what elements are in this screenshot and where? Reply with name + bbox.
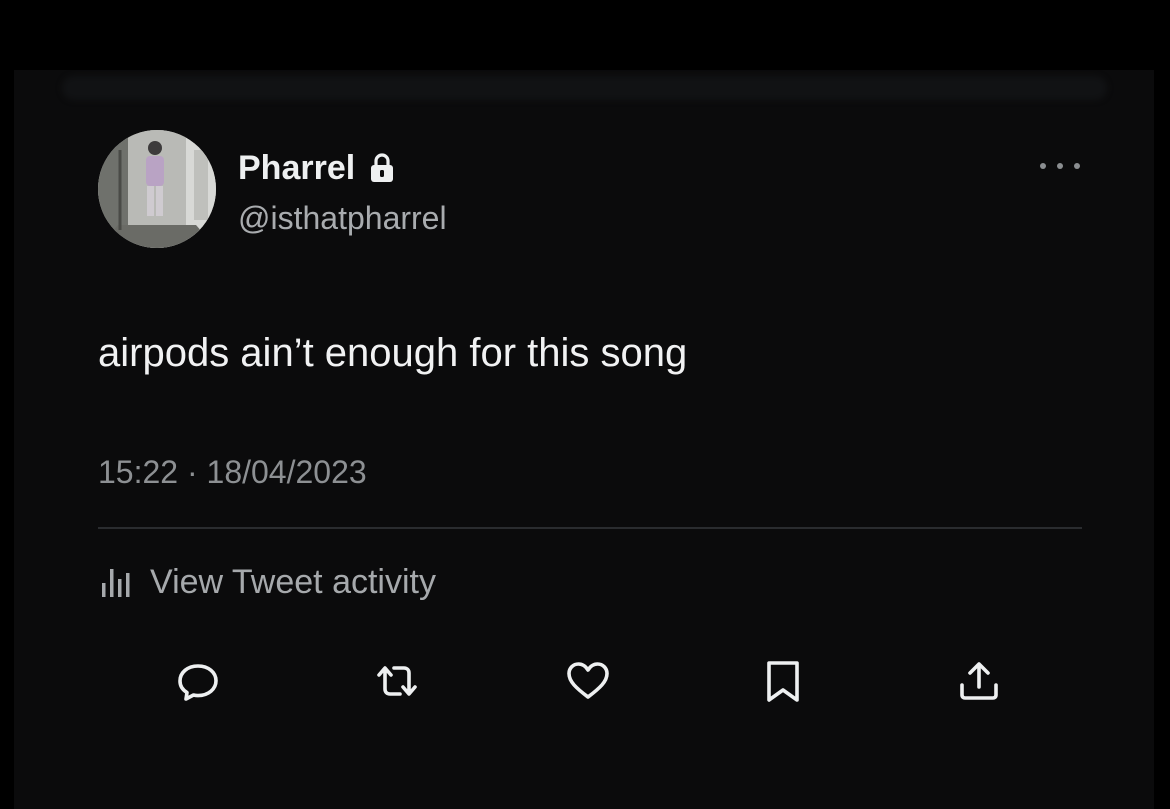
more-options-icon[interactable]	[1040, 158, 1080, 174]
tweet-text: airpods ain’t enough for this song	[98, 331, 688, 375]
like-icon	[567, 662, 609, 699]
analytics-icon	[102, 569, 130, 597]
more-dot	[1057, 163, 1063, 169]
author-handle[interactable]: @isthatpharrel	[238, 198, 447, 238]
more-dot	[1074, 163, 1080, 169]
like-button[interactable]	[562, 655, 614, 707]
top-separator	[62, 76, 1107, 100]
reply-button[interactable]	[172, 655, 224, 707]
avatar-image	[98, 130, 216, 248]
divider	[98, 527, 1082, 529]
lock-icon	[371, 153, 394, 182]
retweet-icon	[377, 666, 417, 696]
share-button[interactable]	[953, 655, 1005, 707]
reply-icon	[178, 664, 218, 701]
avatar[interactable]	[98, 130, 216, 248]
tweet-timestamp[interactable]: 15:22 · 18/04/2023	[98, 452, 367, 492]
bookmark-icon	[767, 661, 799, 702]
retweet-button[interactable]	[371, 655, 423, 707]
author-name-text: Pharrel	[238, 149, 356, 187]
activity-label: View Tweet activity	[150, 563, 436, 601]
author-display-name[interactable]: Pharrel	[238, 148, 395, 188]
view-tweet-activity-link[interactable]: View Tweet activity	[98, 560, 436, 604]
more-dot	[1040, 163, 1046, 169]
share-icon	[960, 662, 998, 700]
top-band	[0, 0, 1170, 70]
bookmark-button[interactable]	[757, 655, 809, 707]
